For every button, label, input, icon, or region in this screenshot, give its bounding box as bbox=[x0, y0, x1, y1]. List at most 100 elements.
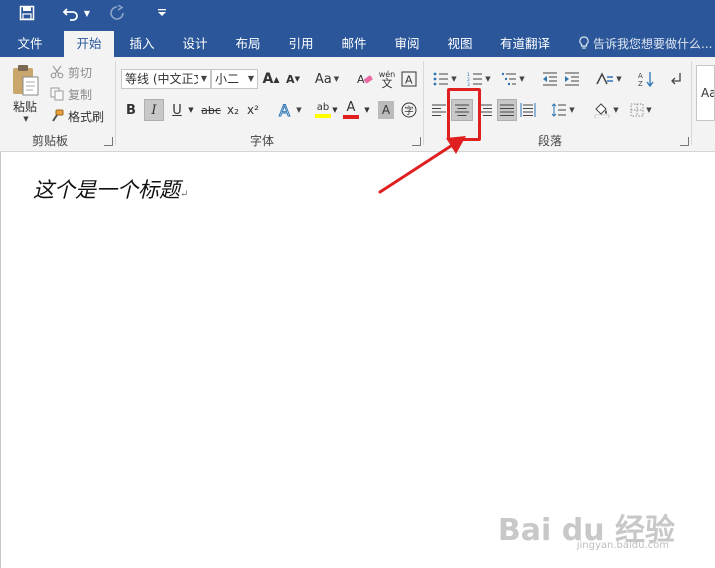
tab-insert[interactable]: 插入 bbox=[120, 31, 164, 57]
lightbulb-icon bbox=[579, 36, 589, 49]
bullets-button[interactable]: ▼ bbox=[430, 69, 460, 89]
strikethrough-button[interactable]: abc bbox=[200, 99, 222, 121]
text-effects-icon: A bbox=[279, 101, 291, 119]
font-size-combo[interactable]: 小二 ▼ bbox=[211, 69, 258, 89]
scissors-icon bbox=[50, 65, 64, 79]
increase-indent-icon[interactable] bbox=[562, 69, 582, 89]
borders-icon bbox=[630, 103, 644, 117]
phonetic-guide-button[interactable]: wén 文 bbox=[377, 67, 397, 91]
styles-gallery[interactable]: Aa bbox=[696, 65, 715, 121]
chinese-layout-button[interactable]: ▼ bbox=[594, 69, 624, 89]
italic-button[interactable]: I bbox=[144, 99, 164, 121]
copy-button[interactable]: 复制 bbox=[50, 85, 92, 103]
grow-font-icon[interactable]: A ▲ bbox=[262, 69, 280, 89]
paragraph-mark-icon: ↵ bbox=[180, 189, 189, 200]
format-painter-button[interactable]: 格式刷 bbox=[50, 107, 104, 125]
superscript-button[interactable]: x² bbox=[244, 99, 262, 121]
svg-text:A: A bbox=[357, 73, 365, 86]
character-shading-icon[interactable]: A bbox=[378, 101, 394, 119]
chevron-down-icon: ▼ bbox=[245, 70, 257, 88]
shading-button[interactable]: ▼ bbox=[590, 99, 622, 121]
ribbon-tab-bar: 文件 开始 插入 设计 布局 引用 邮件 审阅 视图 有道翻译 告诉我您想要做什… bbox=[0, 28, 715, 57]
svg-text:A: A bbox=[279, 101, 290, 119]
tab-layout[interactable]: 布局 bbox=[226, 31, 270, 57]
character-border-icon[interactable]: A bbox=[400, 69, 418, 89]
tab-review[interactable]: 审阅 bbox=[385, 31, 429, 57]
title-bar: ▼ bbox=[0, 0, 715, 28]
styles-preview-label: Aa bbox=[701, 86, 714, 100]
svg-text:字: 字 bbox=[404, 105, 414, 117]
chevron-down-icon[interactable]: ▼ bbox=[362, 99, 372, 121]
font-color-icon: A bbox=[346, 100, 356, 115]
change-case-label: Aa bbox=[314, 71, 332, 87]
decrease-indent-icon[interactable] bbox=[540, 69, 560, 89]
numbering-button[interactable]: 1 2 3 ▼ bbox=[464, 69, 494, 89]
subscript-button[interactable]: x₂ bbox=[224, 99, 242, 121]
underline-button[interactable]: U bbox=[168, 99, 186, 121]
line-spacing-icon bbox=[551, 103, 567, 117]
phonetic-char-icon: 文 bbox=[381, 77, 393, 90]
tab-mailings[interactable]: 邮件 bbox=[332, 31, 376, 57]
tab-view[interactable]: 视图 bbox=[438, 31, 482, 57]
text-effects-button[interactable]: A ▼ bbox=[276, 99, 304, 121]
cut-label: 剪切 bbox=[68, 65, 93, 80]
borders-button[interactable]: ▼ bbox=[626, 99, 656, 121]
svg-text:A: A bbox=[405, 74, 413, 87]
group-separator bbox=[691, 61, 692, 145]
sort-icon[interactable]: AZ bbox=[636, 69, 656, 89]
clear-formatting-icon[interactable]: A bbox=[356, 69, 374, 89]
paragraph-launcher-icon[interactable] bbox=[680, 137, 689, 146]
baidu-watermark-url: jingyan.baidu.com bbox=[576, 540, 669, 551]
shrink-font-icon[interactable]: A ▼ bbox=[284, 69, 302, 89]
group-separator bbox=[115, 61, 116, 145]
paste-dropdown-icon: ▼ bbox=[23, 115, 29, 123]
font-group-label: 字体 bbox=[249, 134, 274, 148]
paste-label: 粘贴 bbox=[12, 100, 37, 114]
clipboard-launcher-icon[interactable] bbox=[104, 137, 113, 146]
multilevel-list-icon bbox=[502, 72, 517, 86]
tab-references[interactable]: 引用 bbox=[279, 31, 323, 57]
paste-icon bbox=[13, 65, 39, 96]
font-name-combo[interactable]: 等线 (中文正文) ▼ bbox=[121, 69, 211, 89]
undo-icon[interactable] bbox=[60, 2, 82, 24]
document-title-text[interactable]: 这个是一个标题↵ bbox=[33, 174, 188, 204]
paste-button[interactable]: 粘贴 ▼ bbox=[6, 61, 44, 125]
cut-button[interactable]: 剪切 bbox=[50, 63, 92, 81]
bold-button[interactable]: B bbox=[122, 99, 140, 121]
annotation-arrow-icon bbox=[378, 136, 466, 194]
multilevel-list-button[interactable]: ▼ bbox=[498, 69, 528, 89]
chevron-down-icon[interactable]: ▼ bbox=[330, 99, 340, 121]
tell-me-placeholder: 告诉我您想要做什么... bbox=[593, 37, 713, 51]
highlighter-icon: ab bbox=[316, 102, 330, 113]
document-text: 这个是一个标题 bbox=[33, 178, 180, 202]
font-color-button[interactable]: A bbox=[342, 99, 360, 121]
line-spacing-button[interactable]: ▼ bbox=[548, 99, 578, 121]
svg-text:3: 3 bbox=[467, 82, 470, 86]
numbering-icon: 123 bbox=[467, 72, 483, 86]
show-hide-marks-icon[interactable] bbox=[666, 69, 686, 89]
distributed-icon[interactable] bbox=[519, 99, 537, 121]
chevron-down-icon: ▼ bbox=[198, 70, 210, 88]
highlight-color-bar bbox=[315, 114, 331, 118]
change-case-button[interactable]: Aa ▼ bbox=[312, 69, 342, 89]
tab-design[interactable]: 设计 bbox=[173, 31, 217, 57]
copy-label: 复制 bbox=[68, 87, 93, 102]
align-left-icon[interactable] bbox=[430, 99, 448, 121]
customize-qat-icon[interactable] bbox=[154, 2, 170, 24]
redo-icon[interactable] bbox=[106, 2, 128, 24]
ribbon-home: 粘贴 ▼ 剪切 复制 格式刷 剪贴板 等线 (中文正文) ▼ 小二 ▼ A ▲ A… bbox=[0, 57, 715, 152]
chevron-down-icon[interactable]: ▼ bbox=[186, 99, 196, 121]
justify-icon[interactable] bbox=[497, 99, 517, 121]
tab-home[interactable]: 开始 bbox=[64, 31, 114, 57]
tab-file[interactable]: 文件 bbox=[8, 31, 52, 57]
undo-dropdown-icon[interactable]: ▼ bbox=[82, 2, 92, 24]
save-icon[interactable] bbox=[16, 2, 38, 24]
format-painter-icon bbox=[52, 109, 64, 122]
paint-bucket-icon bbox=[595, 103, 610, 118]
enclose-characters-icon[interactable]: 字 bbox=[400, 100, 418, 120]
clipboard-group-label: 剪贴板 bbox=[31, 134, 68, 148]
copy-icon bbox=[50, 87, 64, 101]
font-size-value: 小二 bbox=[215, 72, 240, 86]
tab-youdao-translate[interactable]: 有道翻译 bbox=[494, 31, 556, 57]
tell-me-box[interactable]: 告诉我您想要做什么... bbox=[578, 31, 712, 57]
